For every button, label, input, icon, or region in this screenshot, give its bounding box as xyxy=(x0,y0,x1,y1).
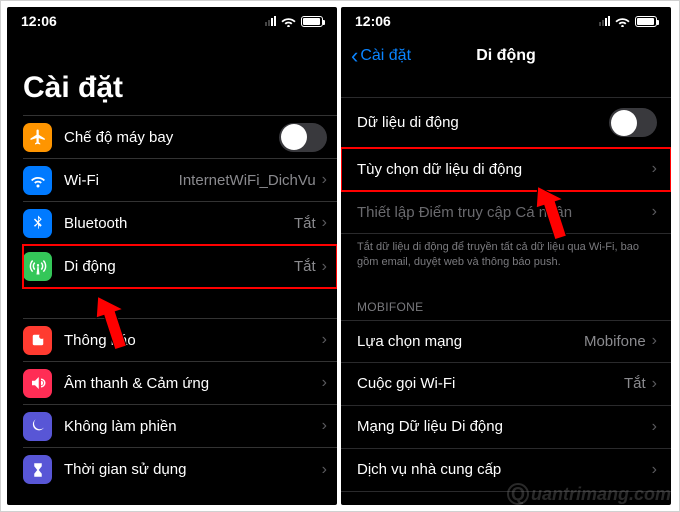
chevron-right-icon: › xyxy=(322,258,327,276)
chevron-right-icon: › xyxy=(652,203,657,221)
row-label: Cuộc gọi Wi-Fi xyxy=(357,375,624,392)
moon-icon xyxy=(23,412,52,441)
row-notifications[interactable]: Thông báo › xyxy=(23,319,337,362)
airplane-toggle[interactable] xyxy=(279,123,327,152)
row-label: Thông báo xyxy=(64,332,322,349)
chevron-right-icon: › xyxy=(322,331,327,349)
row-network-selection[interactable]: Lựa chọn mạng Mobifone › xyxy=(341,320,671,363)
section-header: MOBIFONE xyxy=(341,284,671,320)
settings-root-screen: 12:06 Cài đặt Chế độ máy bay Wi-Fi xyxy=(7,7,337,505)
chevron-right-icon: › xyxy=(322,417,327,435)
row-value: Tắt xyxy=(624,375,646,392)
row-label: Mạng Dữ liệu Di động xyxy=(357,418,652,435)
cellular-signal-icon xyxy=(265,16,276,26)
settings-group-connectivity: Chế độ máy bay Wi-Fi InternetWiFi_DichVu… xyxy=(23,115,337,288)
hourglass-icon xyxy=(23,455,52,484)
status-bar: 12:06 xyxy=(7,7,337,35)
row-mobile-data[interactable]: Dữ liệu di động xyxy=(341,97,671,148)
watermark-text: uantrimang.com xyxy=(531,484,671,505)
row-label: Âm thanh & Cảm ứng xyxy=(64,375,322,392)
bluetooth-icon xyxy=(23,209,52,238)
chevron-right-icon: › xyxy=(322,171,327,189)
row-label: Wi-Fi xyxy=(64,172,179,189)
antenna-icon xyxy=(23,252,52,281)
chevron-right-icon: › xyxy=(322,374,327,392)
row-value: Tắt xyxy=(294,258,316,275)
row-airplane-mode[interactable]: Chế độ máy bay xyxy=(23,116,337,159)
row-label: Lựa chọn mạng xyxy=(357,333,584,350)
watermark-logo-icon: Q xyxy=(507,483,529,505)
row-label: Chế độ máy bay xyxy=(64,129,279,146)
page-title: Cài đặt xyxy=(7,35,337,115)
row-wifi-calling[interactable]: Cuộc gọi Wi-Fi Tắt › xyxy=(341,363,671,406)
row-dnd[interactable]: Không làm phiền › xyxy=(23,405,337,448)
section-footer: Tắt dữ liệu di động để truyền tất cả dữ … xyxy=(341,234,671,284)
chevron-right-icon: › xyxy=(652,332,657,350)
chevron-right-icon: › xyxy=(652,461,657,479)
back-button[interactable]: ‹ Cài đặt xyxy=(351,45,411,67)
status-time: 12:06 xyxy=(355,13,391,29)
settings-group-notify: Thông báo › Âm thanh & Cảm ứng › Không l… xyxy=(23,318,337,491)
row-screen-time[interactable]: Thời gian sử dụng › xyxy=(23,448,337,491)
row-bluetooth[interactable]: Bluetooth Tắt › xyxy=(23,202,337,245)
chevron-left-icon: ‹ xyxy=(351,45,358,67)
row-label: Dịch vụ nhà cung cấp xyxy=(357,461,652,478)
row-cellular[interactable]: Di động Tắt › xyxy=(23,245,337,288)
row-label: Thiết lập Điểm truy cập Cá nhân xyxy=(357,204,652,221)
airplane-icon xyxy=(23,123,52,152)
row-personal-hotspot[interactable]: Thiết lập Điểm truy cập Cá nhân › xyxy=(341,191,671,234)
row-label: Không làm phiền xyxy=(64,418,322,435)
cellular-signal-icon xyxy=(599,16,610,26)
row-label: Dữ liệu di động xyxy=(357,114,609,131)
status-bar: 12:06 xyxy=(341,7,671,35)
status-indicators xyxy=(599,16,657,27)
chevron-right-icon: › xyxy=(322,461,327,479)
row-value: Mobifone xyxy=(584,333,646,350)
cellular-settings-screen: 12:06 ‹ Cài đặt Di động Dữ liệu di động … xyxy=(341,7,671,505)
row-mobile-data-options[interactable]: Tùy chọn dữ liệu di động › xyxy=(341,148,671,191)
watermark: Q uantrimang.com xyxy=(507,483,671,505)
cellular-group-main: Dữ liệu di động Tùy chọn dữ liệu di động… xyxy=(341,97,671,234)
row-label: Thời gian sử dụng xyxy=(64,461,322,478)
nav-bar: ‹ Cài đặt Di động xyxy=(341,35,671,77)
sounds-icon xyxy=(23,369,52,398)
row-mobile-data-network[interactable]: Mạng Dữ liệu Di động › xyxy=(341,406,671,449)
chevron-right-icon: › xyxy=(322,214,327,232)
chevron-right-icon: › xyxy=(652,160,657,178)
row-label: Tùy chọn dữ liệu di động xyxy=(357,161,652,178)
wifi-icon xyxy=(281,16,296,27)
wifi-settings-icon xyxy=(23,166,52,195)
mobile-data-toggle[interactable] xyxy=(609,108,657,137)
row-label: Di động xyxy=(64,258,294,275)
back-label: Cài đặt xyxy=(360,47,411,65)
battery-icon xyxy=(635,16,657,27)
status-indicators xyxy=(265,16,323,27)
row-sounds[interactable]: Âm thanh & Cảm ứng › xyxy=(23,362,337,405)
notifications-icon xyxy=(23,326,52,355)
battery-icon xyxy=(301,16,323,27)
row-value: Tắt xyxy=(294,215,316,232)
wifi-icon xyxy=(615,16,630,27)
cellular-group-carrier: Lựa chọn mạng Mobifone › Cuộc gọi Wi-Fi … xyxy=(341,320,671,492)
status-time: 12:06 xyxy=(21,13,57,29)
row-value: InternetWiFi_DichVu xyxy=(179,172,316,189)
chevron-right-icon: › xyxy=(652,418,657,436)
row-label: Bluetooth xyxy=(64,215,294,232)
chevron-right-icon: › xyxy=(652,375,657,393)
row-wifi[interactable]: Wi-Fi InternetWiFi_DichVu › xyxy=(23,159,337,202)
